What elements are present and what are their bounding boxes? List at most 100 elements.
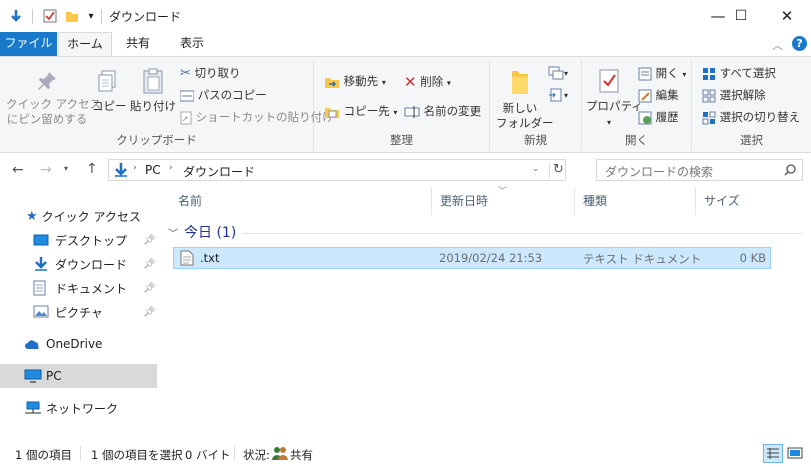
properties-icon[interactable] xyxy=(40,7,60,25)
history-icon xyxy=(638,111,652,124)
rename-button[interactable]: 名前の変更 xyxy=(404,103,481,119)
maximize-button[interactable]: ☐ xyxy=(718,0,764,32)
new-folder-button[interactable]: 新しい フォルダー xyxy=(496,67,554,131)
search-box[interactable]: ダウンロードの検索 xyxy=(596,159,803,181)
organize-group-label: 整理 xyxy=(390,133,413,147)
address-bar[interactable]: › PC › ダウンロード › ↻ xyxy=(108,159,566,181)
recent-locations-icon[interactable]: ▾ xyxy=(64,164,68,173)
column-header-type[interactable]: 種類 xyxy=(575,187,696,215)
tab-view[interactable]: 表示 xyxy=(166,32,218,56)
status-state-value: 共有 xyxy=(290,448,313,462)
delete-button[interactable]: ✕ 削除 ▾ xyxy=(404,73,451,91)
details-view-icon xyxy=(767,448,779,459)
nav-downloads[interactable]: ダウンロード 📌︎ xyxy=(0,252,157,276)
nav-pc[interactable]: PC xyxy=(0,364,157,388)
up-icon[interactable]: ↑ xyxy=(86,161,98,177)
pin-icon[interactable]: 📌︎ xyxy=(143,259,156,270)
text-file-icon xyxy=(180,250,194,266)
nav-onedrive[interactable]: OneDrive xyxy=(0,332,157,356)
invert-selection-button[interactable]: 選択の切り替え xyxy=(702,109,800,125)
help-icon[interactable]: ? xyxy=(792,36,807,51)
separator xyxy=(101,9,102,24)
table-row[interactable]: .txt 2019/02/24 21:53 テキスト ドキュメント 0 KB xyxy=(173,247,771,269)
delete-label: 削除 xyxy=(420,74,444,89)
column-header-name[interactable]: 名前 xyxy=(170,187,432,215)
forward-icon[interactable]: → xyxy=(40,162,52,178)
move-to-button[interactable]: 移動先 ▾ xyxy=(324,73,386,90)
clipboard-group-label: クリップボード xyxy=(116,133,197,147)
open-group: プロパティ ▾ 開く ▾ 編集 履歴 開く xyxy=(582,59,692,151)
network-icon xyxy=(25,401,41,414)
ribbon: クイック アクセス にピン留めする コピー 貼り付け ✂ 切り取り パスのコピー… xyxy=(0,56,811,153)
chevron-right-icon[interactable]: › xyxy=(169,163,173,173)
pin-quick-access-button[interactable]: クイック アクセス にピン留めする xyxy=(6,69,101,127)
customize-quick-access-icon[interactable]: ▾ xyxy=(84,7,98,25)
address-dropdown-icon[interactable]: › xyxy=(530,168,540,172)
select-all-button[interactable]: すべて選択 xyxy=(702,65,776,81)
separator xyxy=(32,9,33,24)
onedrive-cloud-icon xyxy=(25,340,39,349)
status-selected-size: 0 バイト xyxy=(185,448,231,462)
properties-button[interactable]: プロパティ ▾ xyxy=(586,67,643,128)
paste-shortcut-button[interactable]: ショートカットの貼り付け xyxy=(180,109,334,125)
paste-label: 貼り付け xyxy=(130,99,176,113)
open-button[interactable]: 開く ▾ xyxy=(638,65,686,81)
paste-button[interactable]: 貼り付け xyxy=(130,67,176,114)
new-item-button[interactable]: ▾ xyxy=(548,65,568,80)
star-icon: ★ xyxy=(26,208,38,224)
nav-documents[interactable]: ドキュメント 📌︎ xyxy=(0,276,157,300)
copy-to-button[interactable]: コピー先 ▾ xyxy=(324,103,397,120)
details-view-button[interactable] xyxy=(763,444,783,463)
tab-home[interactable]: ホーム xyxy=(58,32,112,56)
search-icon[interactable] xyxy=(783,163,797,177)
pin-label-1: クイック アクセス xyxy=(6,97,102,111)
select-all-icon xyxy=(703,67,715,80)
group-header-today[interactable]: ﹀ 今日 (1) xyxy=(168,223,236,241)
open-icon xyxy=(638,67,652,80)
column-header-modified[interactable]: 更新日時 xyxy=(432,187,575,215)
history-label: 履歴 xyxy=(655,110,679,124)
invert-selection-label: 選択の切り替え xyxy=(719,110,801,124)
pin-icon[interactable]: 📌︎ xyxy=(143,307,156,318)
nav-desktop[interactable]: デスクトップ 📌︎ xyxy=(0,228,157,252)
file-name: .txt xyxy=(200,251,220,265)
cut-button[interactable]: ✂ 切り取り xyxy=(180,65,241,81)
clipboard-group: クイック アクセス にピン留めする コピー 貼り付け ✂ 切り取り パスのコピー… xyxy=(0,59,334,151)
history-button[interactable]: 履歴 xyxy=(638,109,679,125)
nav-pictures[interactable]: ピクチャ 📌︎ xyxy=(0,300,157,324)
breadcrumb-downloads[interactable]: ダウンロード xyxy=(183,163,255,180)
easy-access-icon xyxy=(549,88,562,101)
properties-quick-icon[interactable] xyxy=(6,7,26,25)
easy-access-button[interactable]: ▾ xyxy=(548,87,568,102)
copy-button[interactable]: コピー xyxy=(92,69,127,114)
group-divider xyxy=(242,233,802,234)
tab-share[interactable]: 共有 xyxy=(114,32,162,56)
select-none-button[interactable]: 選択解除 xyxy=(702,87,766,103)
large-icons-view-button[interactable] xyxy=(786,445,806,463)
navigation-pane: ★ クイック アクセス デスクトップ 📌︎ ダウンロード 📌︎ ドキュメント 📌… xyxy=(0,190,160,435)
shortcut-icon xyxy=(180,111,192,124)
collapse-ribbon-icon[interactable]: ︿ xyxy=(772,37,783,53)
column-header-size[interactable]: サイズ xyxy=(696,187,772,215)
edit-button[interactable]: 編集 xyxy=(638,87,679,103)
refresh-icon[interactable]: ↻ xyxy=(553,162,564,177)
new-group-label: 新規 xyxy=(524,133,547,147)
close-button[interactable]: ✕ xyxy=(764,0,810,32)
breadcrumb-pc[interactable]: PC xyxy=(145,163,161,177)
search-input[interactable]: ダウンロードの検索 xyxy=(605,163,713,180)
new-folder-label-1: 新しい xyxy=(502,101,538,115)
status-state-label: 状況: xyxy=(243,448,270,462)
back-icon[interactable]: ← xyxy=(12,162,24,178)
copy-path-button[interactable]: パスのコピー xyxy=(180,87,267,103)
select-none-label: 選択解除 xyxy=(719,88,766,102)
pin-icon[interactable]: 📌︎ xyxy=(143,283,156,294)
new-folder-quick-icon[interactable] xyxy=(62,7,82,25)
tab-file[interactable]: ファイル xyxy=(0,32,57,56)
select-group: すべて選択 選択解除 選択の切り替え 選択 xyxy=(692,59,811,151)
separator xyxy=(549,162,550,178)
nav-network[interactable]: ネットワーク xyxy=(0,396,157,420)
pin-icon[interactable]: 📌︎ xyxy=(143,235,156,246)
paste-icon xyxy=(143,68,163,94)
chevron-right-icon[interactable]: › xyxy=(133,163,137,173)
nav-quick-access[interactable]: ★ クイック アクセス xyxy=(0,204,157,228)
